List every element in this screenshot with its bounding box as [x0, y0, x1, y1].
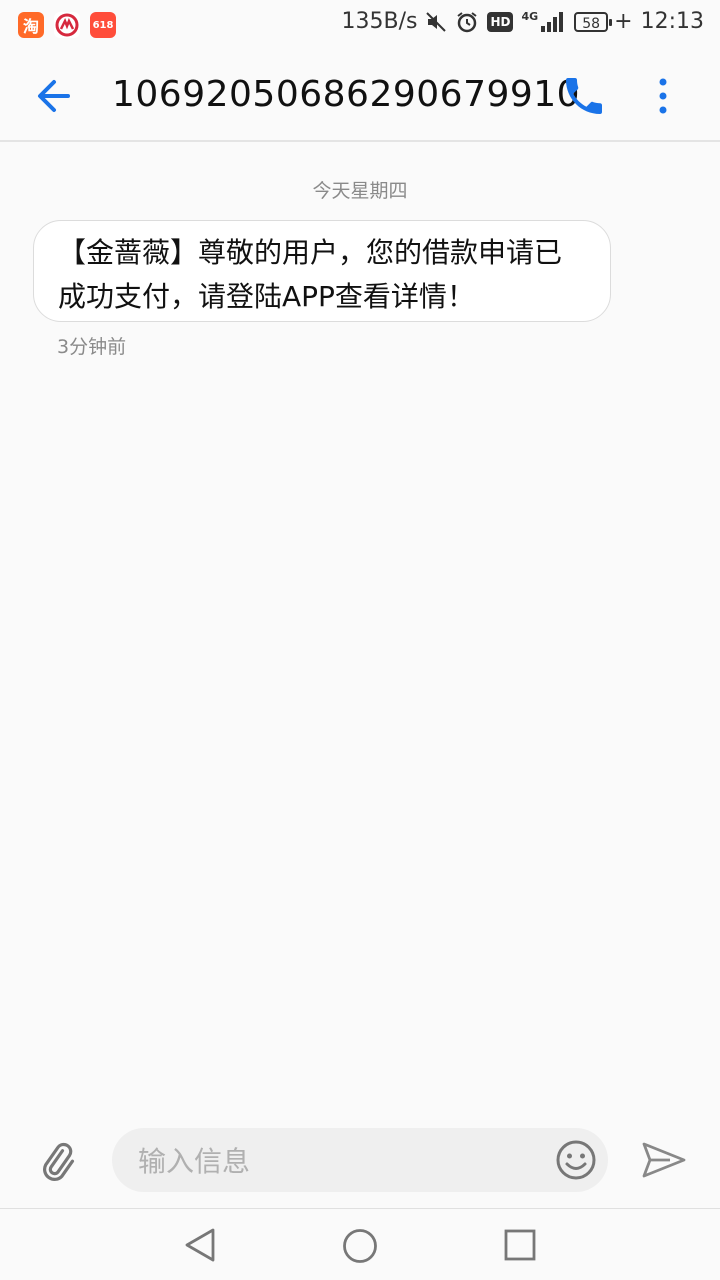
system-navigation-bar	[0, 1208, 720, 1280]
call-button[interactable]	[560, 72, 608, 120]
attach-button[interactable]	[34, 1138, 78, 1182]
date-divider: 今天星期四	[312, 180, 408, 202]
shopping-618-icon: 618	[90, 12, 116, 38]
message-input-wrapper	[112, 1128, 608, 1192]
message-input[interactable]	[136, 1138, 530, 1184]
phone-icon	[566, 78, 602, 114]
message-timestamp: 3分钟前	[57, 336, 127, 358]
triangle-back-icon	[185, 1228, 215, 1262]
system-indicators: 135B/s HD 4G 58 + 12:13	[341, 9, 704, 34]
taobao-glyph: 淘	[22, 17, 39, 36]
contact-number: 10692050686290679910	[112, 74, 581, 115]
arrow-left-icon	[38, 80, 70, 112]
battery-icon: 58	[574, 11, 613, 32]
signal-icon	[541, 11, 564, 32]
network-type: 4G	[521, 10, 539, 23]
back-button[interactable]	[28, 74, 80, 118]
send-button[interactable]	[640, 1138, 688, 1182]
paperclip-icon	[43, 1142, 75, 1181]
alarm-icon	[457, 11, 478, 32]
taobao-icon: 淘	[18, 12, 44, 38]
clock: 12:13	[640, 9, 704, 34]
notification-icons: 淘 618	[18, 12, 116, 38]
more-options-button[interactable]	[648, 72, 678, 120]
shopping-618-glyph: 618	[92, 19, 114, 31]
mute-icon	[426, 11, 447, 32]
message-bubble[interactable]: 【金蔷薇】尊敬的用户，您的借款申请已成功支付，请登陆APP查看详情！	[33, 220, 611, 322]
charging-icon: +	[614, 9, 633, 34]
status-bar: 淘 618 135B/s HD 4G 58 + 12:13	[0, 0, 720, 50]
circle-home-icon	[343, 1229, 377, 1263]
smiley-icon	[556, 1140, 596, 1180]
send-icon	[642, 1142, 686, 1178]
net-speed: 135B/s	[341, 9, 418, 34]
nav-back-button[interactable]	[183, 1227, 217, 1263]
battery-level: 58	[582, 15, 601, 32]
bank-icon	[54, 12, 80, 38]
hd-badge: HD	[487, 11, 514, 32]
square-recents-icon	[504, 1229, 536, 1261]
nav-recents-button[interactable]	[504, 1229, 536, 1261]
nav-home-button[interactable]	[342, 1228, 378, 1264]
conversation-header: 10692050686290679910	[0, 50, 720, 142]
more-vert-icon	[659, 78, 667, 114]
emoji-button[interactable]	[554, 1138, 598, 1182]
